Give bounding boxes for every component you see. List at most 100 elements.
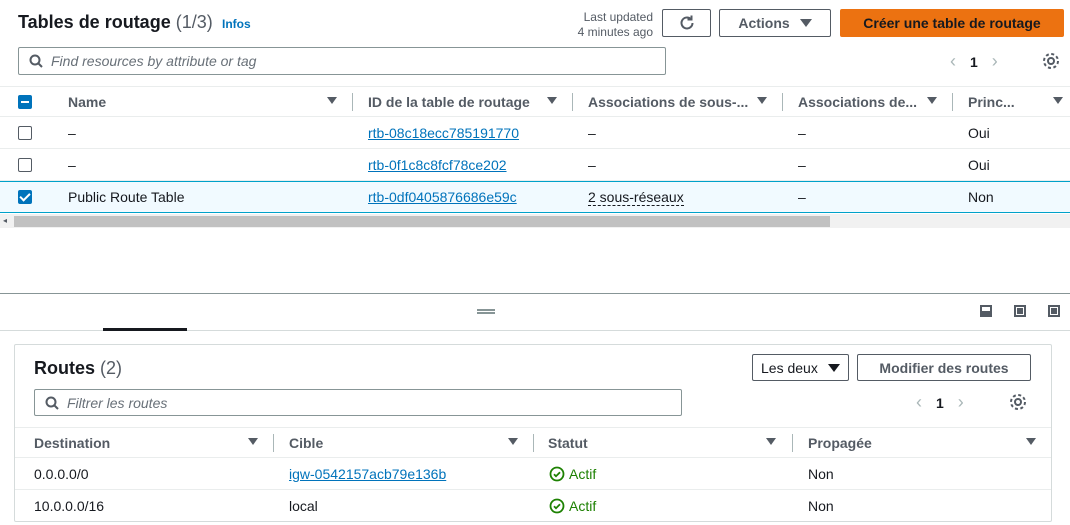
row-checkbox[interactable]: [18, 126, 32, 140]
sort-icon[interactable]: [927, 97, 937, 104]
column-divider[interactable]: [572, 93, 573, 111]
route-filter-select[interactable]: Les deux: [752, 354, 849, 381]
actions-button[interactable]: Actions: [719, 9, 831, 37]
page-number[interactable]: 1: [936, 395, 944, 411]
column-divider[interactable]: [792, 434, 793, 452]
tab-active-indicator[interactable]: [103, 328, 187, 331]
pagination: ‹ 1 ›: [950, 51, 998, 72]
routes-search-input[interactable]: Filtrer les routes: [67, 395, 167, 411]
select-all-checkbox[interactable]: [18, 95, 32, 109]
chevron-right-icon[interactable]: ›: [958, 392, 964, 413]
page-title: Tables de routage (1/3): [18, 12, 213, 33]
column-divider[interactable]: [352, 93, 353, 111]
page-title-text: Tables de routage: [18, 12, 171, 32]
route-row: 0.0.0.0/0 igw-0542157acb79e136b Actif No…: [15, 458, 1051, 490]
chevron-right-icon[interactable]: ›: [992, 51, 998, 72]
selection-count: (1/3): [175, 12, 213, 32]
refresh-icon: [680, 15, 693, 30]
cell-subnet-associations: –: [588, 157, 596, 173]
route-table-id-link[interactable]: rtb-08c18ecc785191770: [368, 125, 519, 141]
routes-count: (2): [100, 358, 123, 378]
chevron-left-icon[interactable]: ‹: [950, 51, 956, 72]
sort-icon[interactable]: [248, 438, 258, 445]
col-subnet-associations[interactable]: Associations de sous-...: [588, 94, 748, 110]
create-route-table-button[interactable]: Créer une table de routage: [840, 9, 1064, 37]
col-main[interactable]: Princ...: [968, 94, 1015, 110]
gear-icon[interactable]: [1042, 52, 1060, 70]
col-target[interactable]: Cible: [289, 435, 323, 451]
caret-down-icon: [799, 19, 812, 27]
panel-full-icon[interactable]: [1048, 305, 1060, 317]
cell-subnet-associations: –: [588, 125, 596, 141]
routes-pagination: ‹ 1 ›: [916, 392, 964, 413]
gear-icon[interactable]: [1009, 393, 1027, 411]
status-badge: Actif: [549, 498, 596, 514]
status-text: Actif: [569, 466, 597, 482]
routes-search-field[interactable]: Filtrer les routes: [34, 389, 682, 416]
sort-icon[interactable]: [1026, 438, 1036, 445]
cell-destination: 0.0.0.0/0: [34, 466, 89, 482]
search-icon: [45, 396, 59, 410]
actions-label: Actions: [738, 15, 790, 31]
cell-name: –: [68, 125, 76, 141]
table-row[interactable]: – rtb-0f1c8c8fcf78ce202 – – Oui: [0, 149, 1070, 181]
page-number[interactable]: 1: [970, 54, 978, 70]
col-edge-associations[interactable]: Associations de...: [798, 94, 917, 110]
cell-propagated: Non: [808, 498, 834, 514]
edit-routes-button[interactable]: Modifier des routes: [857, 354, 1031, 381]
col-propagated[interactable]: Propagée: [808, 435, 872, 451]
panel-side-icon[interactable]: [1014, 305, 1026, 317]
cell-name: –: [68, 157, 76, 173]
target-link[interactable]: igw-0542157acb79e136b: [289, 466, 446, 482]
panel-bottom-icon[interactable]: [980, 305, 992, 317]
search-input[interactable]: Find resources by attribute or tag: [51, 53, 256, 69]
info-link[interactable]: Infos: [222, 17, 251, 31]
table-row-selected[interactable]: Public Route Table rtb-0df0405876686e59c…: [0, 181, 1070, 213]
column-divider[interactable]: [533, 434, 534, 452]
cell-edge-associations: –: [798, 125, 806, 141]
col-destination[interactable]: Destination: [34, 435, 110, 451]
route-table-id-link[interactable]: rtb-0df0405876686e59c: [368, 189, 517, 205]
col-name[interactable]: Name: [68, 94, 106, 110]
split-panel-divider: [0, 293, 1070, 294]
route-row: 10.0.0.0/16 local Actif Non: [15, 490, 1051, 522]
cell-destination: 10.0.0.0/16: [34, 498, 105, 514]
scrollbar-thumb[interactable]: [14, 216, 830, 227]
cell-main: Non: [968, 189, 994, 205]
sort-icon[interactable]: [757, 97, 767, 104]
table-header: Name ID de la table de routage Associati…: [0, 86, 1070, 117]
routes-table-header: Destination Cible Statut Propagée: [15, 427, 1051, 458]
sort-icon[interactable]: [327, 97, 337, 104]
column-divider[interactable]: [273, 434, 274, 452]
sort-icon[interactable]: [508, 438, 518, 445]
row-checkbox[interactable]: [18, 158, 32, 172]
last-updated-value: 4 minutes ago: [577, 25, 653, 39]
sort-icon[interactable]: [1053, 97, 1063, 104]
cell-edge-associations: –: [798, 157, 806, 173]
caret-down-icon: [827, 363, 840, 372]
routes-title-text: Routes: [34, 358, 96, 378]
route-table-id-link[interactable]: rtb-0f1c8c8fcf78ce202: [368, 157, 507, 173]
sort-icon[interactable]: [547, 97, 557, 104]
row-checkbox[interactable]: [18, 190, 32, 204]
resize-handle-icon[interactable]: [477, 309, 495, 314]
refresh-button[interactable]: [662, 9, 711, 37]
cell-propagated: Non: [808, 466, 834, 482]
cell-edge-associations: –: [798, 189, 806, 205]
cell-name: Public Route Table: [68, 189, 185, 205]
column-divider[interactable]: [782, 93, 783, 111]
routes-title: Routes (2): [34, 358, 122, 379]
cell-target: local: [289, 498, 318, 514]
column-divider[interactable]: [952, 93, 953, 111]
col-status[interactable]: Statut: [548, 435, 588, 451]
col-route-table-id[interactable]: ID de la table de routage: [368, 94, 530, 110]
chevron-left-icon[interactable]: ‹: [916, 392, 922, 413]
sort-icon[interactable]: [766, 438, 776, 445]
scroll-left-icon[interactable]: ◂: [3, 216, 7, 225]
status-text: Actif: [569, 498, 597, 514]
cell-main: Oui: [968, 157, 990, 173]
check-circle-icon: [549, 498, 565, 514]
table-row[interactable]: – rtb-08c18ecc785191770 – – Oui: [0, 117, 1070, 149]
cell-subnet-associations[interactable]: 2 sous-réseaux: [588, 189, 684, 206]
search-field[interactable]: Find resources by attribute or tag: [18, 47, 666, 75]
